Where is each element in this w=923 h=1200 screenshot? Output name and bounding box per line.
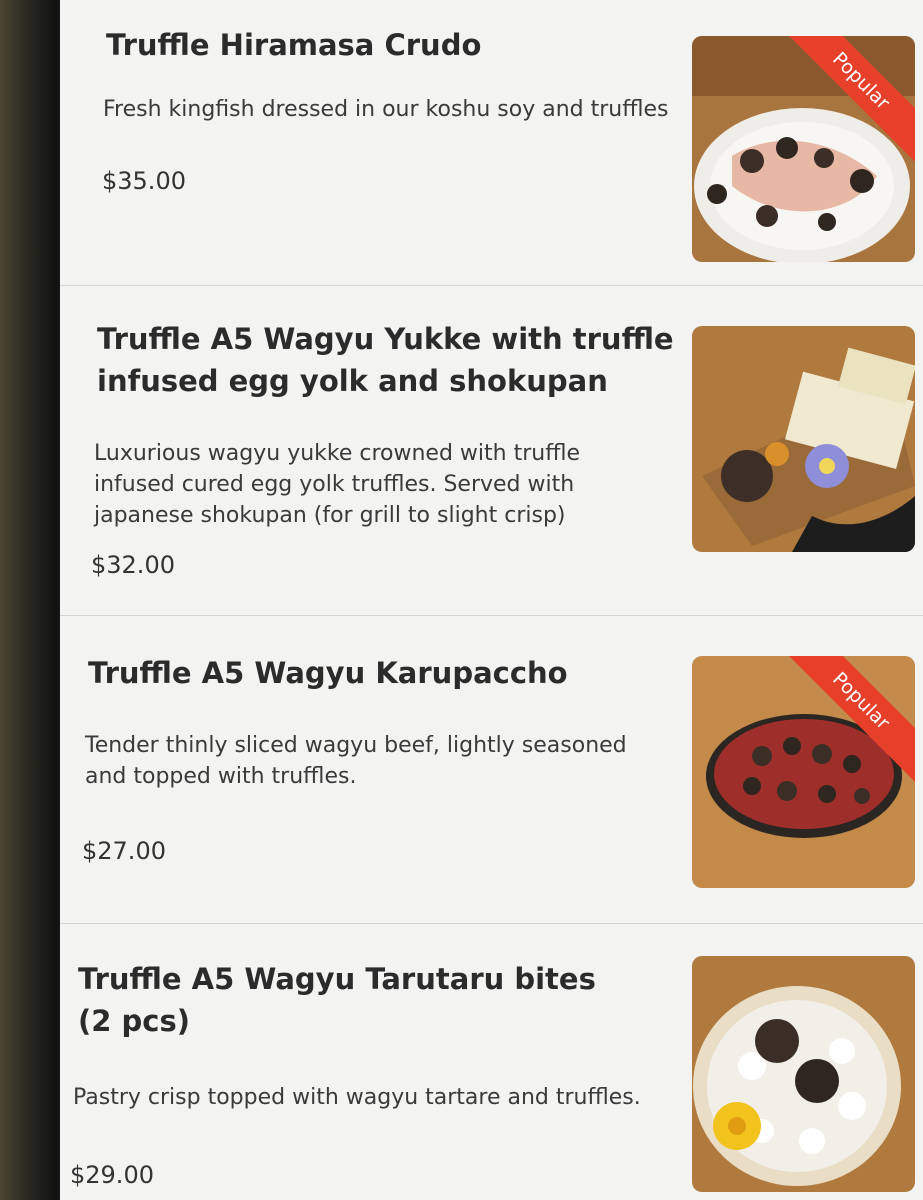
item-title: Truffle A5 Wagyu Karupaccho xyxy=(88,656,568,690)
item-price: $35.00 xyxy=(102,167,186,195)
dish-photo-tarutaru xyxy=(692,956,915,1192)
menu-item-hiramasa-crudo[interactable]: Truffle Hiramasa Crudo Fresh kingfish dr… xyxy=(60,0,923,286)
item-price: $27.00 xyxy=(82,837,166,865)
dish-photo[interactable] xyxy=(692,956,915,1192)
item-title: Truffle A5 Wagyu Yukke with truffle infu… xyxy=(97,322,674,398)
item-title: Truffle A5 Wagyu Tarutaru bites (2 pcs) xyxy=(78,962,596,1038)
menu-screen: Truffle Hiramasa Crudo Fresh kingfish dr… xyxy=(60,0,923,1200)
dish-photo[interactable]: Popular xyxy=(692,656,915,888)
dish-photo[interactable]: Popular xyxy=(692,36,915,262)
dish-photo-crudo xyxy=(692,36,915,262)
menu-item-wagyu-tarutaru-bites[interactable]: Truffle A5 Wagyu Tarutaru bites (2 pcs) … xyxy=(60,924,923,1200)
item-description: Tender thinly sliced wagyu beef, lightly… xyxy=(85,733,627,789)
item-price: $32.00 xyxy=(91,551,175,579)
item-description: Pastry crisp topped with wagyu tartare a… xyxy=(73,1085,641,1110)
item-price: $29.00 xyxy=(70,1161,154,1189)
dish-photo-karupaccho xyxy=(692,656,915,888)
dish-photo-yukke xyxy=(692,326,915,552)
menu-item-wagyu-yukke[interactable]: Truffle A5 Wagyu Yukke with truffle infu… xyxy=(60,286,923,616)
dish-photo[interactable] xyxy=(692,326,915,552)
item-title: Truffle Hiramasa Crudo xyxy=(106,28,482,62)
item-description: Fresh kingfish dressed in our koshu soy … xyxy=(103,97,669,122)
item-description: Luxurious wagyu yukke crowned with truff… xyxy=(94,441,581,528)
menu-item-wagyu-karupaccho[interactable]: Truffle A5 Wagyu Karupaccho Tender thinl… xyxy=(60,616,923,924)
